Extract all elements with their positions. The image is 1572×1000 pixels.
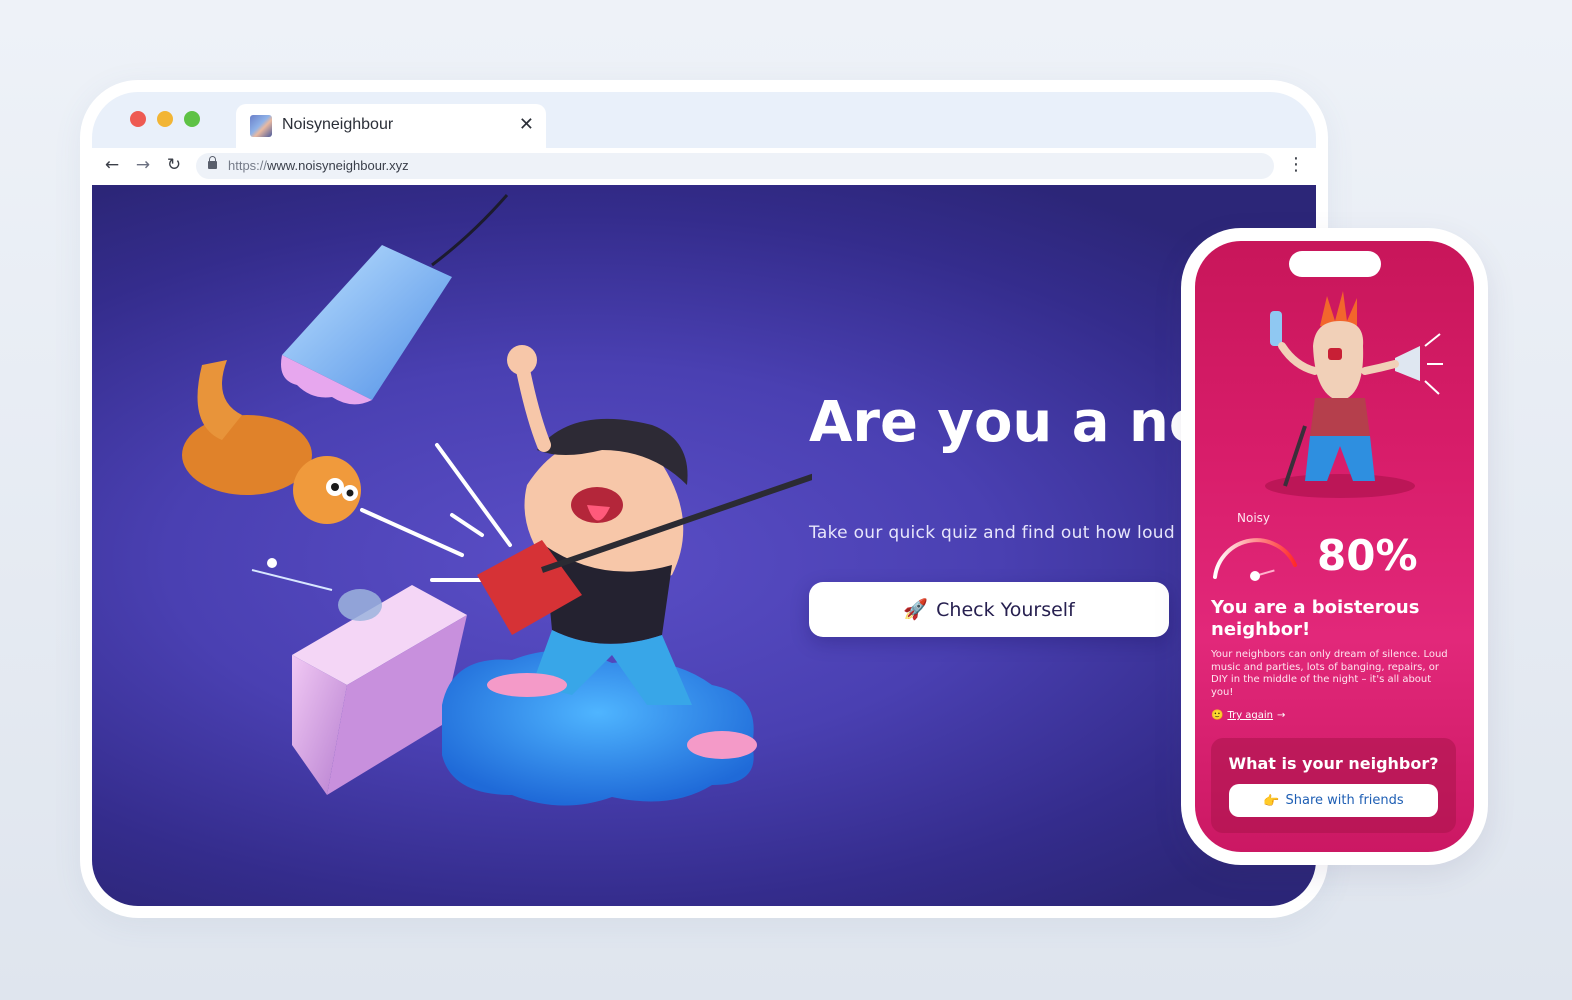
share-with-friends-button[interactable]: 👉 Share with friends bbox=[1229, 784, 1438, 817]
phone-notch bbox=[1289, 251, 1381, 277]
minimize-window-button[interactable] bbox=[157, 111, 173, 127]
arrow-right-icon: → bbox=[1277, 710, 1286, 721]
noise-percent: 80% bbox=[1317, 531, 1418, 580]
try-again-link[interactable]: Try again bbox=[1227, 710, 1273, 721]
address-bar[interactable]: https://www.noisyneighbour.xyz bbox=[196, 153, 1274, 179]
vase bbox=[251, 558, 382, 621]
gauge-label: Noisy bbox=[1237, 511, 1271, 525]
url-host: www.noisyneighbour.xyz bbox=[267, 158, 409, 173]
result-character-illustration bbox=[1265, 291, 1443, 498]
left-shoe bbox=[487, 673, 567, 697]
dresser bbox=[292, 585, 467, 795]
close-window-button[interactable] bbox=[130, 111, 146, 127]
window-controls bbox=[130, 111, 200, 127]
reload-icon[interactable]: ↻ bbox=[164, 155, 184, 175]
gauge-hub bbox=[1250, 571, 1260, 581]
tab-close-icon[interactable]: ✕ bbox=[519, 114, 534, 136]
browser-chrome: Noisyneighbour ✕ ← → ↻ https://www.noisy… bbox=[92, 92, 1316, 906]
check-yourself-label: Check Yourself bbox=[936, 598, 1075, 621]
share-card: What is your neighbor? 👉 Share with frie… bbox=[1211, 738, 1456, 833]
result-title: You are a boisterous neighbor! bbox=[1211, 597, 1420, 640]
right-shoe bbox=[687, 731, 757, 759]
hero-illustration bbox=[182, 194, 812, 806]
rocket-icon: 🚀 bbox=[903, 598, 929, 621]
maximize-window-button[interactable] bbox=[184, 111, 200, 127]
phone-mockup: Noisy 80% You are a boisterous neighbor!… bbox=[1181, 228, 1488, 865]
check-yourself-button[interactable]: 🚀 Check Yourself bbox=[809, 582, 1169, 637]
lamp-cord bbox=[431, 194, 509, 267]
tab-noisyneighbour[interactable]: Noisyneighbour ✕ bbox=[236, 104, 546, 150]
result-description: Your neighbors can only dream of silence… bbox=[1211, 649, 1448, 698]
forward-arrow-icon[interactable]: → bbox=[133, 155, 153, 175]
url-scheme: https:// bbox=[228, 158, 268, 173]
noise-gauge bbox=[1213, 538, 1297, 581]
tab-title: Noisyneighbour bbox=[282, 116, 394, 133]
lamp-shade bbox=[281, 245, 452, 405]
site-favicon-icon bbox=[250, 115, 272, 137]
burst-lines bbox=[360, 443, 512, 582]
share-title: What is your neighbor? bbox=[1228, 754, 1439, 773]
browser-window: Noisyneighbour ✕ ← → ↻ https://www.noisy… bbox=[80, 80, 1328, 918]
phone-screen: Noisy 80% You are a boisterous neighbor!… bbox=[1195, 241, 1474, 852]
tab-strip: Noisyneighbour ✕ bbox=[92, 92, 1316, 150]
share-with-friends-label: Share with friends bbox=[1285, 793, 1404, 808]
browser-menu-icon[interactable]: ⋮ bbox=[1286, 154, 1306, 176]
url-text: https://www.noisyneighbour.xyz bbox=[228, 158, 409, 173]
rug bbox=[442, 650, 754, 806]
lock-icon bbox=[208, 156, 217, 169]
browser-toolbar: ← → ↻ https://www.noisyneighbour.xyz ⋮ bbox=[92, 148, 1316, 185]
try-again-row: 🙂 Try again → bbox=[1211, 710, 1285, 721]
smile-icon: 🙂 bbox=[1211, 710, 1224, 721]
page-viewport: Are you a noisy neighbor? Take our quick… bbox=[92, 185, 1316, 906]
back-arrow-icon[interactable]: ← bbox=[102, 155, 122, 175]
pointing-hand-icon: 👉 bbox=[1263, 792, 1280, 808]
